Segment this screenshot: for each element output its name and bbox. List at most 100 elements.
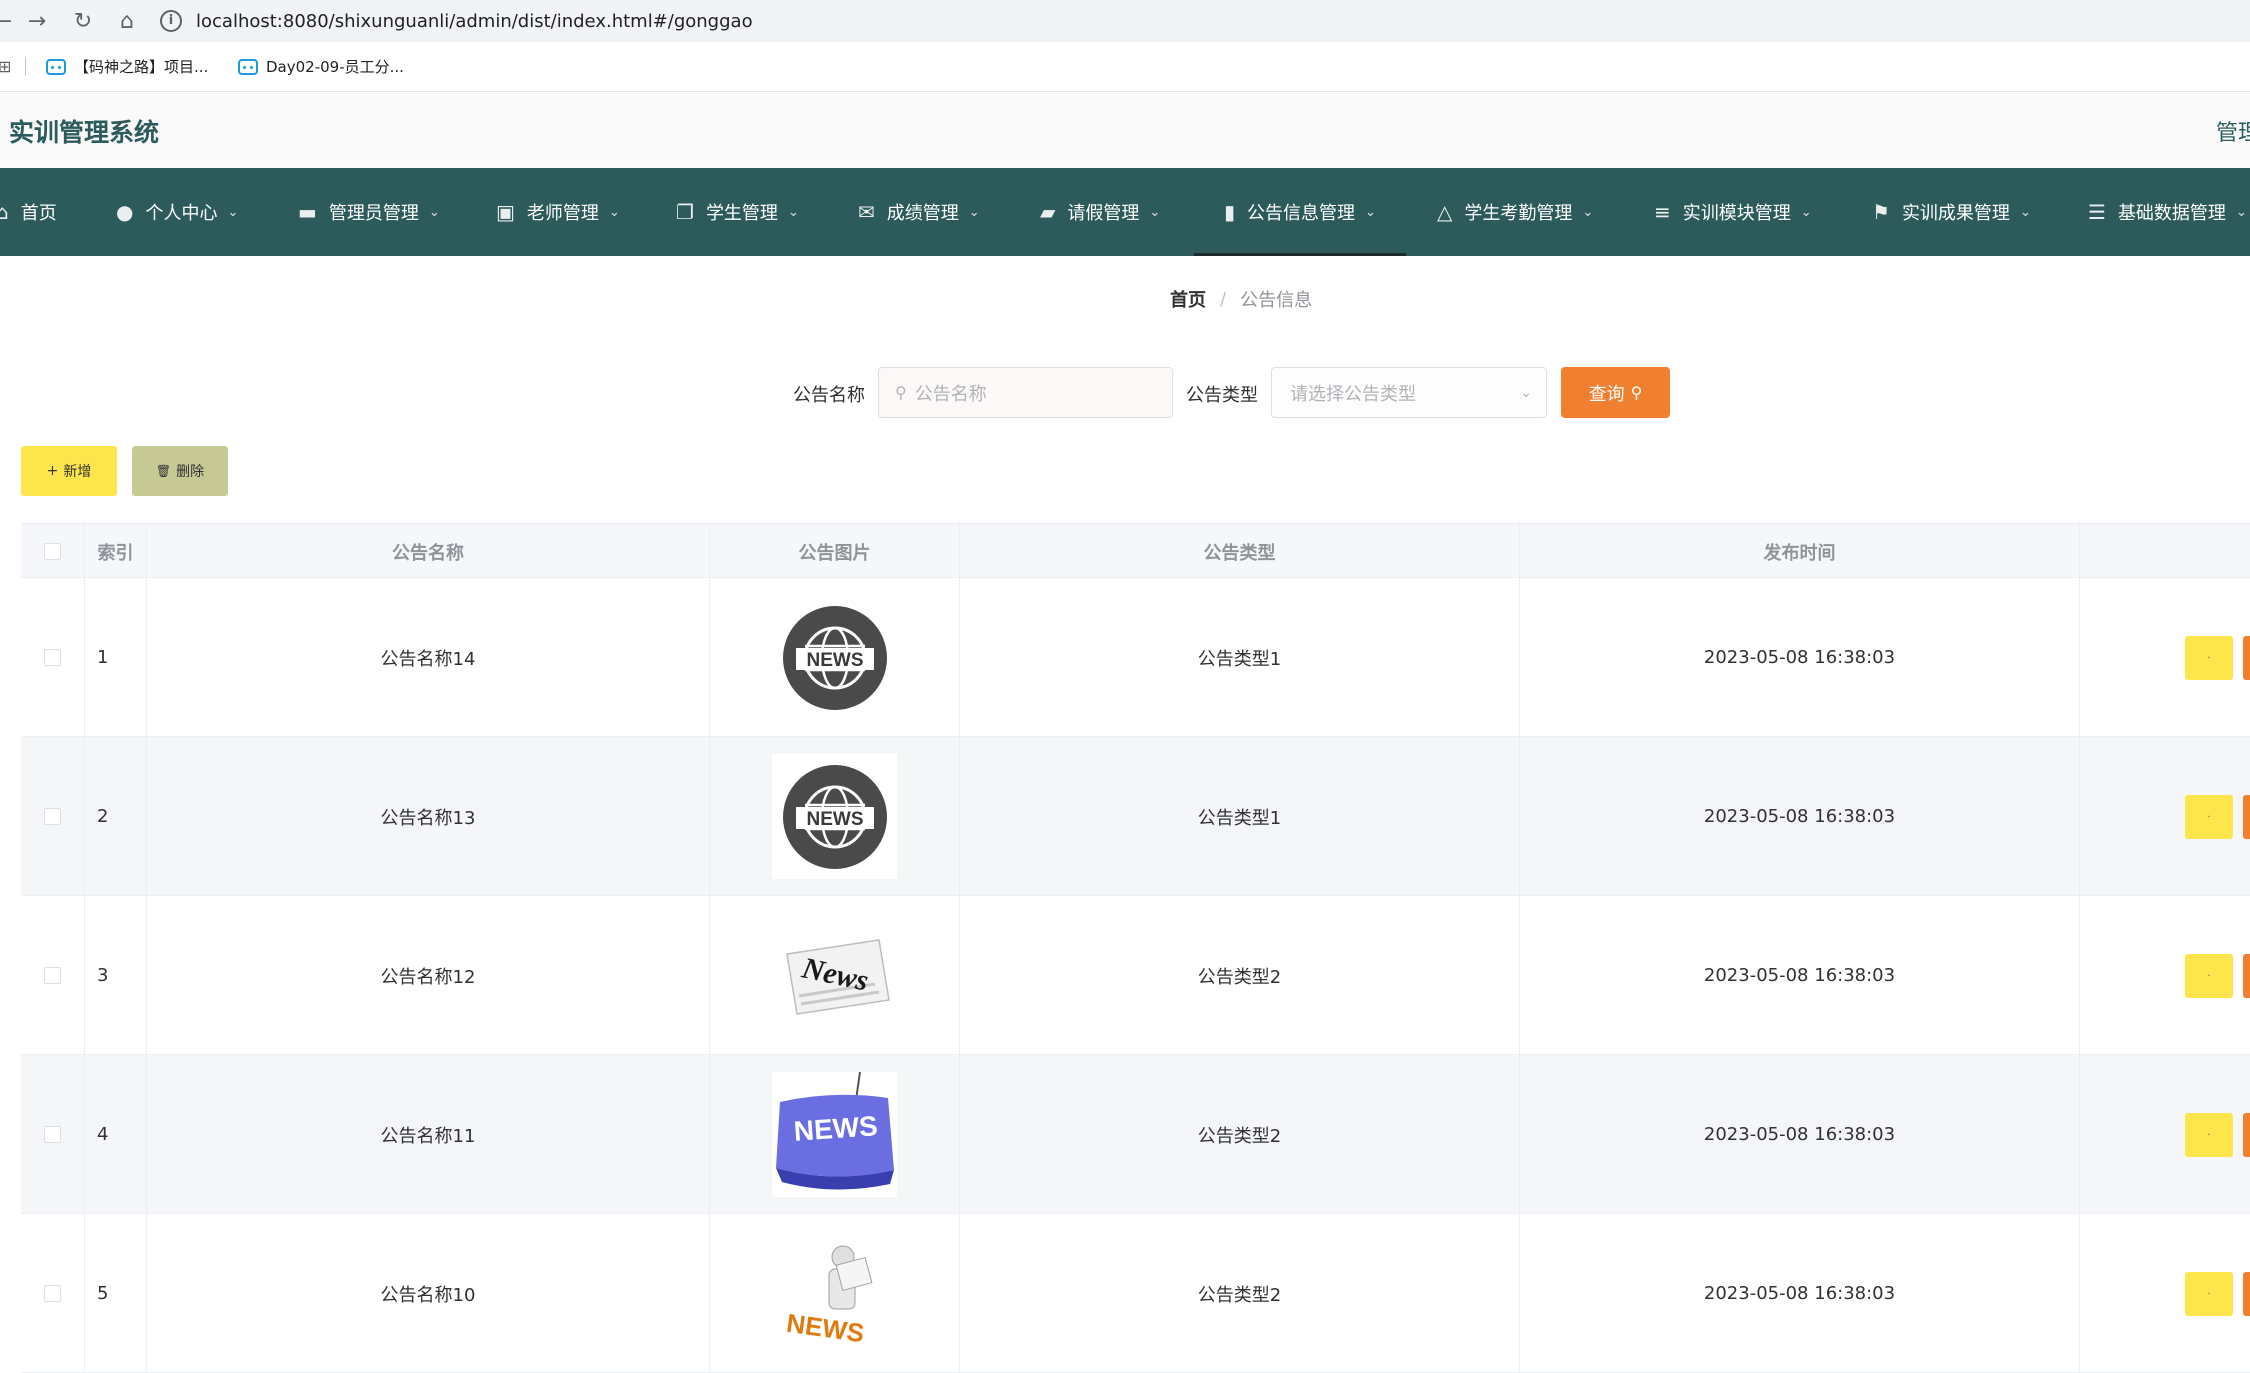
chevron-down-icon: ⌄ [227,204,239,220]
row-image-cell: NEWS [710,1214,960,1373]
chevron-down-icon: ⌄ [428,204,440,220]
row-delete-button[interactable] [2243,954,2250,998]
table-row: 2 公告名称13 NEWS 公告类型1 2023-05-08 16:38:03 … [21,737,2250,896]
notice-type-placeholder: 请选择公告类型 [1290,383,1416,405]
row-image-cell: NEWS [710,1055,960,1214]
row-checkbox[interactable] [44,967,61,984]
row-index: 1 [85,578,147,737]
admin-label[interactable]: 管理 [2216,115,2250,147]
newspaper-image: News [772,913,897,1038]
trash-icon: 🗑 [155,464,172,478]
menu-item-attendance-management[interactable]: △ 学生考勤管理 ⌄ [1437,168,1593,256]
row-name: 公告名称13 [147,737,710,896]
row-edit-button[interactable]: · [2185,1113,2233,1157]
search-icon: ⚲ [1630,384,1643,402]
site-info-icon[interactable]: i [160,10,182,32]
row-delete-button[interactable] [2243,795,2250,839]
forward-icon[interactable]: → [22,6,52,36]
delete-button[interactable]: 🗑 删除 [132,446,228,496]
row-image-cell: News [710,896,960,1055]
table-row: 5 公告名称10 NEWS 公告类型2 2023-05-08 16:38:03 … [21,1214,2250,1373]
menu-item-student-management[interactable]: ❐ 学生管理 ⌄ [676,168,799,256]
row-type: 公告类型2 [960,1214,1520,1373]
chevron-down-icon: ⌄ [1800,204,1812,220]
row-edit-button[interactable]: · [2185,1272,2233,1316]
apps-grid-icon[interactable]: ⊞ [0,57,11,76]
user-icon: ● [116,200,134,224]
query-button[interactable]: 查询 ⚲ [1561,367,1670,418]
menu-item-admin-management[interactable]: ▬ 管理员管理 ⌄ [298,168,440,256]
browser-toolbar: ← → ↻ ⌂ i localhost:8080/shixunguanli/ad… [0,0,2250,42]
menu-item-home[interactable]: ⌂ 首页 [0,168,57,256]
bookmark-item[interactable]: Day02-09-员工分... [238,56,404,77]
chevron-down-icon: ⌄ [1149,204,1161,220]
row-name: 公告名称12 [147,896,710,1055]
flag-icon: ⚑ [1872,200,1890,224]
notice-name-input[interactable]: ⚲ 公告名称 [878,367,1173,418]
bell-off-icon: △ [1437,200,1453,224]
notice-type-select[interactable]: 请选择公告类型 ⌄ [1271,367,1547,418]
menu-item-leave-management[interactable]: ▰ 请假管理 ⌄ [1040,168,1160,256]
url-text: localhost:8080/shixunguanli/admin/dist/i… [196,10,753,32]
row-index: 3 [85,896,147,1055]
row-type: 公告类型1 [960,578,1520,737]
row-index: 2 [85,737,147,896]
svg-text:NEWS: NEWS [785,1308,866,1349]
news-globe-image: NEWS [772,754,897,879]
row-index: 4 [85,1055,147,1214]
address-bar[interactable]: i localhost:8080/shixunguanli/admin/dist… [160,2,2250,40]
notice-name-placeholder: 公告名称 [914,383,987,405]
row-delete-button[interactable] [2243,636,2250,680]
ticket-icon: ✉ [858,200,875,224]
briefcase-icon: ▬ [298,200,317,224]
breadcrumb-current: 公告信息 [1240,290,1313,311]
home-browser-icon[interactable]: ⌂ [112,6,142,36]
menu-item-notice-management[interactable]: ▮ 公告信息管理 ⌄ [1194,168,1406,256]
top-nav-menu: ⌂ 首页 ● 个人中心 ⌄ ▬ 管理员管理 ⌄ ▣ 老师管理 ⌄ ❐ 学生管理 … [0,168,2250,256]
row-checkbox[interactable] [44,1126,61,1143]
row-delete-button[interactable] [2243,1113,2250,1157]
bookmarks-bar: ⊞ 【码神之路】项目... Day02-09-员工分... [0,42,2250,92]
chevron-down-icon: ⌄ [968,204,980,220]
select-all-cell [21,524,85,579]
back-icon[interactable]: ← [0,6,18,36]
row-checkbox[interactable] [44,808,61,825]
list-icon: ≡ [1654,200,1671,224]
microphone-icon: ▮ [1224,200,1236,224]
row-select-cell [21,1214,85,1373]
row-edit-button[interactable]: · [2185,795,2233,839]
reload-icon[interactable]: ↻ [68,6,98,36]
bookmark-item[interactable]: 【码神之路】项目... [46,56,208,77]
menu-item-teacher-management[interactable]: ▣ 老师管理 ⌄ [496,168,620,256]
row-edit-button[interactable]: · [2185,954,2233,998]
chevron-down-icon: ⌄ [608,204,620,220]
bilibili-icon [46,58,66,75]
row-checkbox[interactable] [44,649,61,666]
clipboard-icon: ▣ [496,200,515,224]
chevron-down-icon: ⌄ [2019,204,2031,220]
row-select-cell [21,578,85,737]
row-type: 公告类型1 [960,737,1520,896]
svg-text:NEWS: NEWS [806,650,863,671]
chevron-down-icon: ⌄ [787,204,799,220]
bilibili-icon [238,58,258,75]
select-all-checkbox[interactable] [44,543,61,560]
menu-item-base-data-management[interactable]: ☰ 基础数据管理 ⌄ [2088,168,2247,256]
row-delete-button[interactable] [2243,1272,2250,1316]
menu-item-personal-center[interactable]: ● 个人中心 ⌄ [116,168,238,256]
bookmark-divider [25,57,26,76]
row-checkbox[interactable] [44,1285,61,1302]
search-icon: ⚲ [895,383,907,402]
chevron-down-icon: ⌄ [1582,204,1594,220]
chevron-down-icon: ⌄ [2235,204,2247,220]
row-edit-button[interactable]: · [2185,636,2233,680]
menu-item-score-management[interactable]: ✉ 成绩管理 ⌄ [858,168,980,256]
home-icon: ⌂ [0,200,9,224]
breadcrumb-home[interactable]: 首页 [1170,286,1206,312]
column-header-time: 发布时间 [1520,524,2080,579]
menu-item-training-module-management[interactable]: ≡ 实训模块管理 ⌄ [1654,168,1812,256]
copy-icon: ❐ [676,200,694,224]
menu-item-training-result-management[interactable]: ⚑ 实训成果管理 ⌄ [1872,168,2031,256]
notice-name-label: 公告名称 [793,385,865,406]
add-button[interactable]: + 新增 [21,446,117,496]
